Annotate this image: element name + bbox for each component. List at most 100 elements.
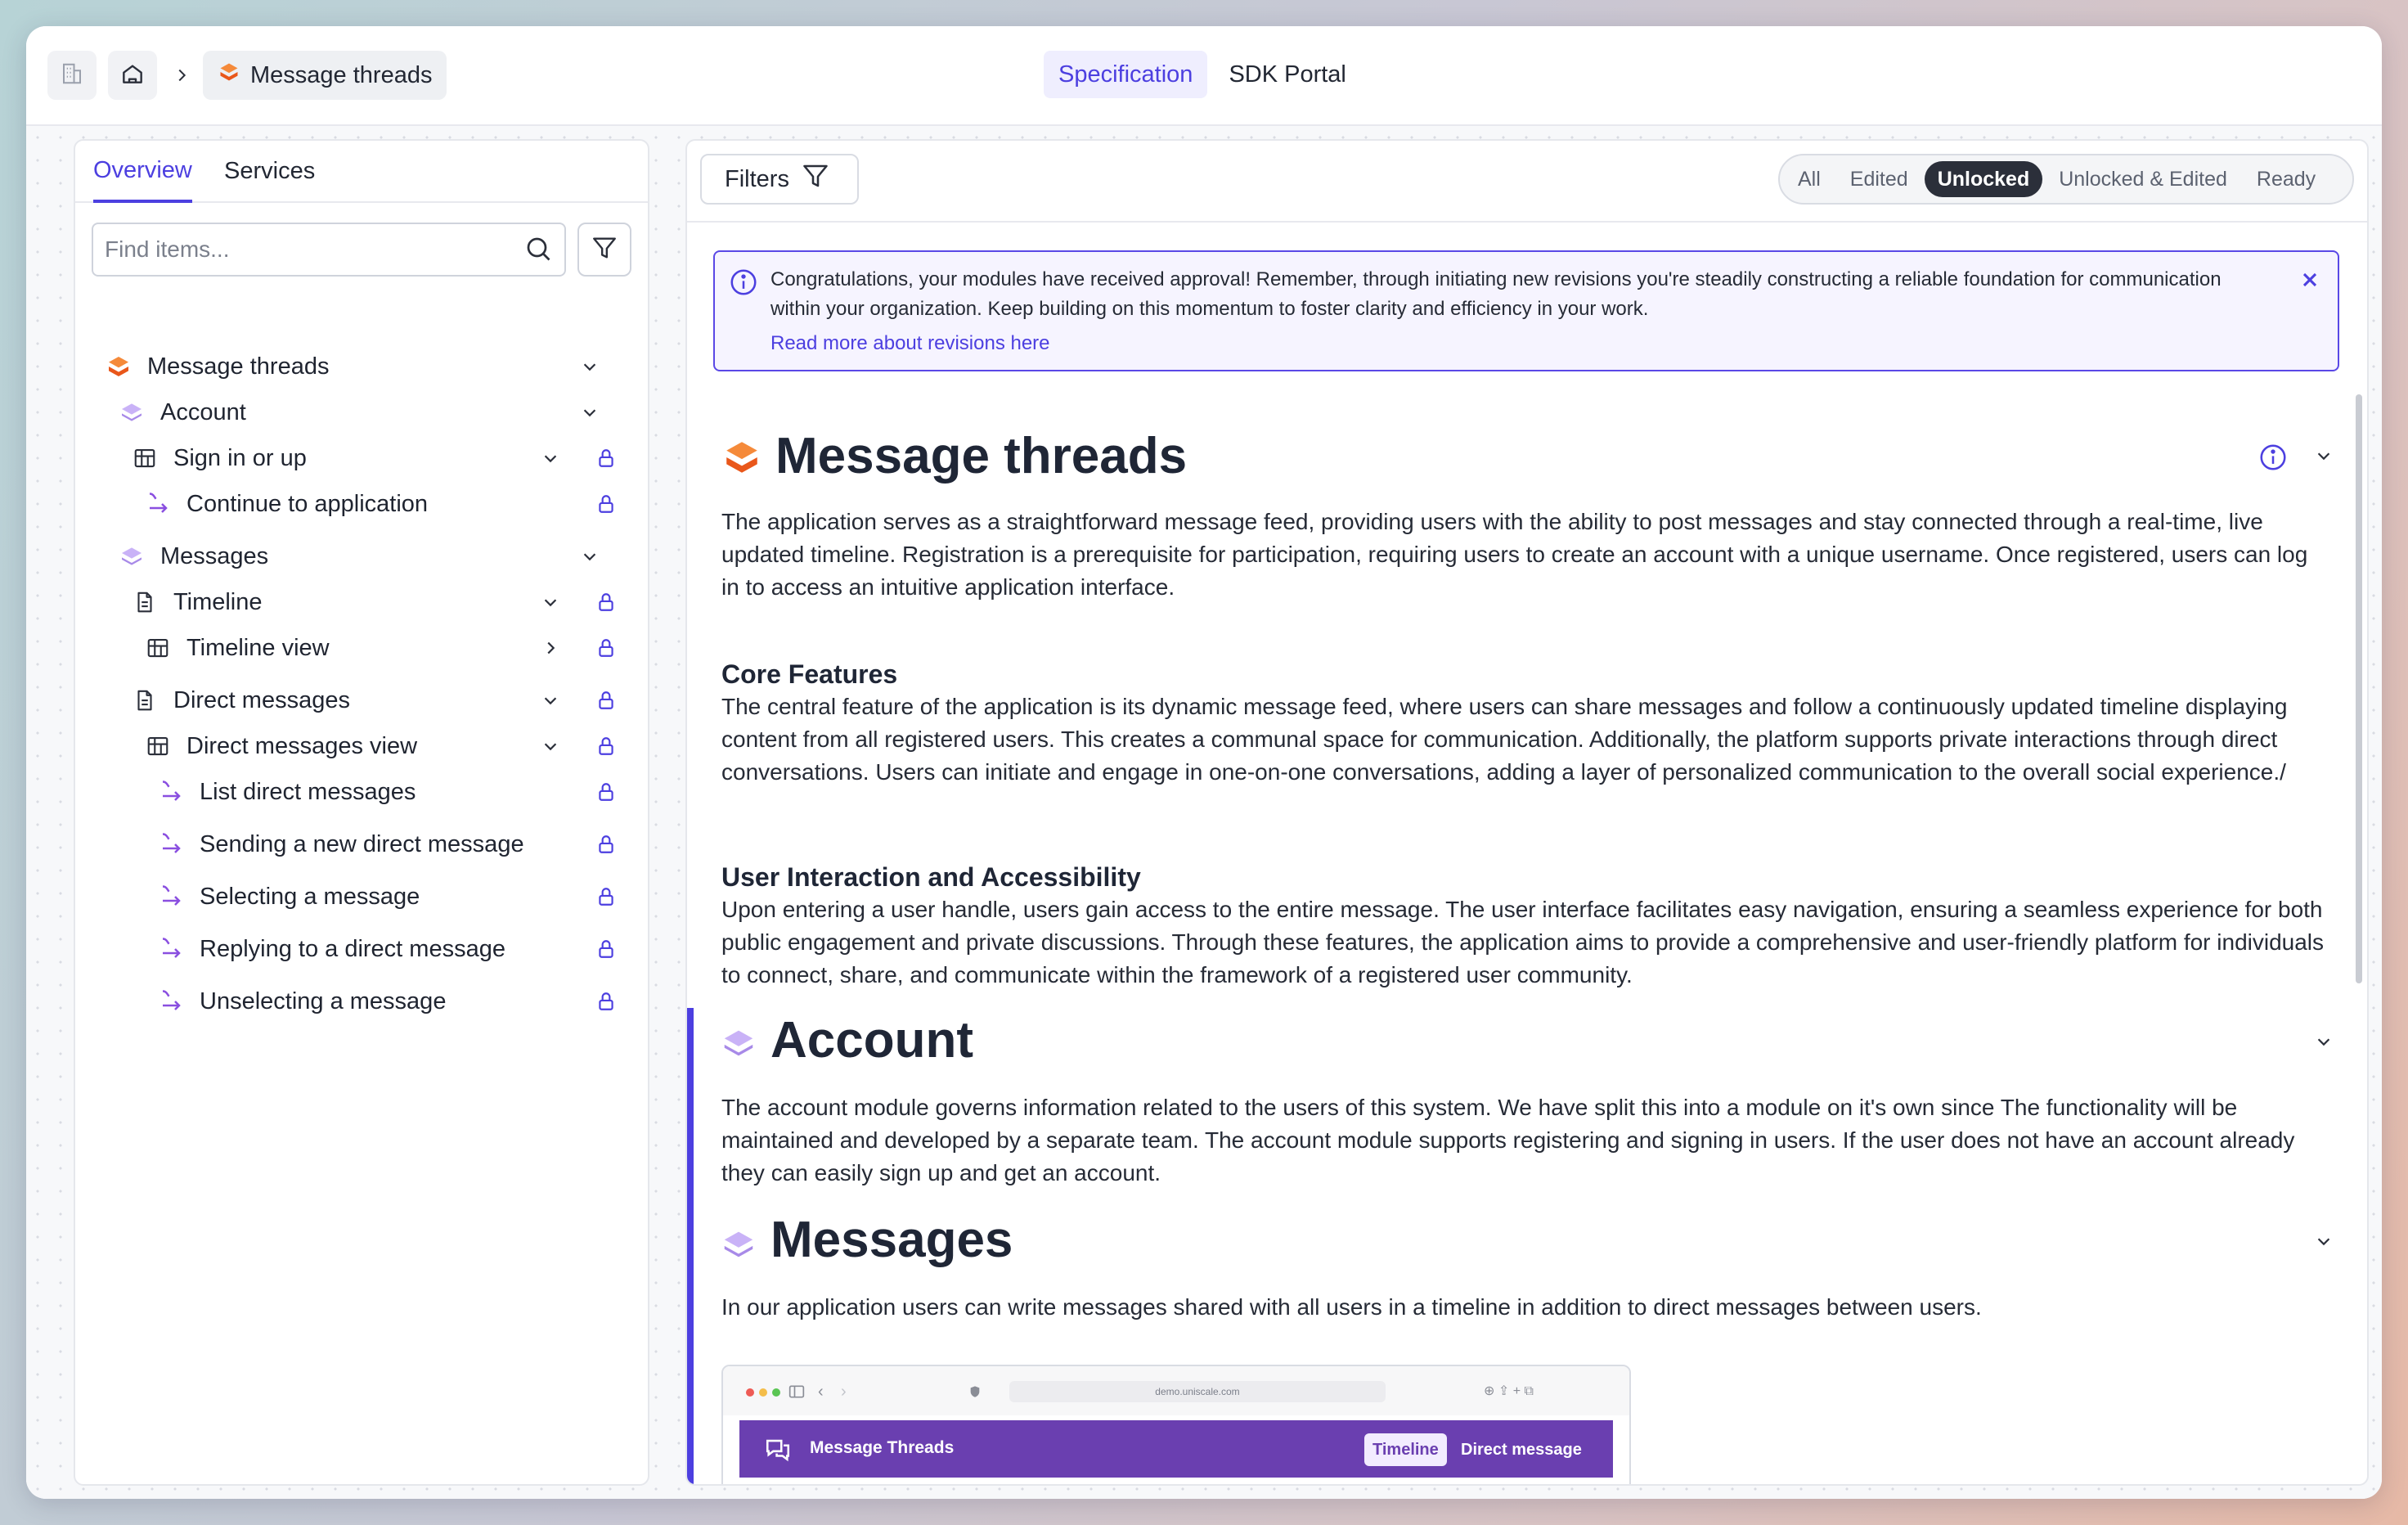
lock-icon[interactable] [594, 780, 618, 804]
window-dot-icon [746, 1388, 754, 1397]
tree-item-message-threads[interactable]: Message threads [75, 344, 648, 389]
flow-arrow-icon [157, 778, 185, 806]
search-input[interactable] [103, 236, 499, 263]
tree-item-label: Unselecting a message [200, 987, 447, 1014]
tree-item-selecting-a-message[interactable]: Selecting a message [75, 874, 648, 920]
workspace-button[interactable] [47, 51, 97, 100]
chevron-down-icon[interactable] [577, 544, 602, 569]
approval-alert: Congratulations, your modules have recei… [713, 250, 2339, 371]
document-icon [131, 588, 159, 616]
document-icon [131, 686, 159, 714]
tree-item-replying-to-direct-message[interactable]: Replying to a direct message [75, 926, 648, 972]
lock-icon[interactable] [594, 832, 618, 857]
module-orange-icon [721, 437, 762, 482]
subheading-core-features: Core Features [721, 659, 898, 689]
window-dot-icon [772, 1388, 780, 1397]
tree-item-label: Selecting a message [200, 883, 420, 910]
tab-specification[interactable]: Specification [1044, 51, 1208, 98]
tree-item-direct-messages[interactable]: Direct messages [75, 677, 648, 723]
tree-item-account[interactable]: Account [75, 389, 648, 435]
revisions-link[interactable]: Read more about revisions here [770, 332, 1050, 355]
tree-item-continue-to-application[interactable]: Continue to application [75, 481, 648, 527]
sidebar-toggle-icon [788, 1384, 805, 1403]
core-features-text: The central feature of the application i… [721, 694, 2288, 785]
info-icon[interactable] [2258, 442, 2289, 477]
breadcrumb-label: Message threads [250, 61, 433, 88]
tree-item-direct-messages-view[interactable]: Direct messages view [75, 723, 648, 769]
status-filter-edited[interactable]: Edited [1837, 161, 1921, 197]
preview-tab-direct-message: Direct message [1461, 1440, 1582, 1459]
section-intro: The application serves as a straightforw… [721, 509, 2308, 600]
section-text: In our application users can write messa… [721, 1294, 1982, 1320]
tree-item-label: List direct messages [200, 778, 416, 805]
view-tabs: Specification SDK Portal [1044, 51, 1361, 98]
flow-arrow-icon [157, 987, 185, 1015]
chevron-down-icon[interactable] [2310, 442, 2338, 470]
flow-arrow-icon [157, 830, 185, 858]
chevron-down-icon[interactable] [538, 734, 563, 758]
lock-icon[interactable] [594, 734, 618, 758]
tree-item-label: Direct messages [173, 686, 350, 713]
lock-icon[interactable] [594, 688, 618, 713]
tree-item-unselecting-a-message[interactable]: Unselecting a message [75, 978, 648, 1024]
tree-item-list-direct-messages[interactable]: List direct messages [75, 769, 648, 815]
tree-item-timeline[interactable]: Timeline [75, 579, 648, 625]
tab-sdk-portal[interactable]: SDK Portal [1214, 51, 1360, 98]
forward-arrow-icon: › [841, 1383, 847, 1401]
info-icon [728, 267, 759, 302]
status-filter-all[interactable]: All [1785, 161, 1834, 197]
tree-item-label: Timeline view [186, 634, 330, 661]
filters-label: Filters [725, 165, 789, 192]
tree-item-sending-new-direct-message[interactable]: Sending a new direct message [75, 821, 648, 867]
module-orange-icon [105, 353, 133, 380]
close-icon[interactable] [2298, 268, 2321, 295]
view-grid-icon [144, 732, 172, 760]
status-filter-unlocked[interactable]: Unlocked [1924, 161, 2043, 197]
tree-item-sign-in-or-up[interactable]: Sign in or up [75, 435, 648, 481]
tab-services[interactable]: Services [224, 141, 315, 201]
lock-icon[interactable] [594, 492, 618, 516]
scrollbar[interactable] [2356, 394, 2362, 983]
top-bar: Message threads Specification SDK Portal [26, 26, 2382, 126]
lock-icon[interactable] [594, 636, 618, 660]
chevron-down-icon[interactable] [577, 354, 602, 379]
sidebar: Overview Services Message threads [74, 139, 649, 1486]
browser-actions-icon: ⊕ ⇪ + ⧉ [1484, 1384, 1534, 1398]
lock-icon[interactable] [594, 590, 618, 614]
lock-icon[interactable] [594, 989, 618, 1014]
tab-overview[interactable]: Overview [93, 141, 192, 203]
app-preview-image: ‹ › demo.uniscale.com ⊕ ⇪ + ⧉ Message Th… [721, 1365, 1631, 1484]
flow-arrow-icon [157, 883, 185, 911]
status-filter-unlocked-edited[interactable]: Unlocked & Edited [2046, 161, 2240, 197]
tree-item-label: Message threads [147, 353, 330, 380]
chevron-down-icon[interactable] [538, 688, 563, 713]
chevron-down-icon[interactable] [2310, 1227, 2338, 1255]
chevron-down-icon[interactable] [538, 446, 563, 470]
lock-icon[interactable] [594, 937, 618, 961]
sidebar-filter-button[interactable] [577, 223, 631, 277]
chevron-down-icon[interactable] [2310, 1028, 2338, 1055]
breadcrumb[interactable]: Message threads [203, 51, 447, 100]
filter-icon [591, 234, 618, 266]
alert-text: Congratulations, your modules have recei… [770, 268, 2222, 320]
tree-item-timeline-view[interactable]: Timeline view [75, 625, 648, 671]
search-icon[interactable] [523, 234, 553, 268]
chevron-down-icon[interactable] [538, 590, 563, 614]
tree-item-label: Sign in or up [173, 444, 307, 471]
tree-item-label: Account [160, 398, 246, 425]
module-purple-icon [118, 542, 146, 570]
sidebar-tabs: Overview Services [75, 141, 648, 203]
lock-icon[interactable] [594, 884, 618, 909]
chevron-right-icon[interactable] [538, 636, 563, 660]
filters-button[interactable]: Filters [700, 154, 859, 205]
tree-item-label: Timeline [173, 588, 263, 615]
flow-arrow-icon [144, 490, 172, 518]
filter-icon [801, 161, 830, 197]
chevron-down-icon[interactable] [577, 400, 602, 425]
home-button[interactable] [108, 51, 157, 100]
status-filter-ready[interactable]: Ready [2244, 161, 2329, 197]
lock-icon[interactable] [594, 446, 618, 470]
chevron-right-icon [167, 59, 196, 92]
tree-item-messages[interactable]: Messages [75, 533, 648, 579]
back-arrow-icon: ‹ [818, 1383, 824, 1401]
